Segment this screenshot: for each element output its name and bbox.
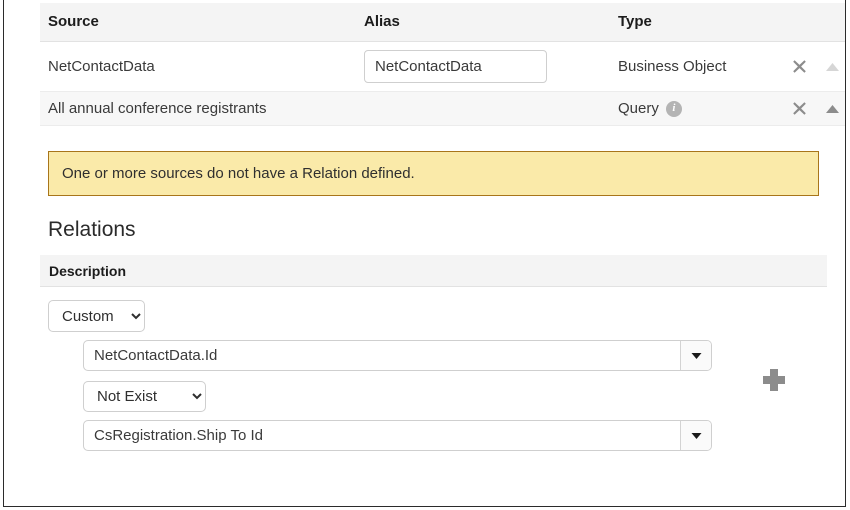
relation-operator-select[interactable]: Not Exist [83, 381, 206, 412]
right-operand-input[interactable] [84, 421, 680, 450]
sources-table: Source Alias Type NetContactData Busines… [40, 3, 845, 126]
source-name-cell: NetContactData [40, 41, 356, 92]
table-row: All annual conference registrants Query … [40, 91, 845, 126]
sources-table-body: NetContactData Business Object [40, 41, 845, 126]
type-cell: Business Object [610, 41, 781, 92]
description-label: Description [49, 262, 127, 279]
right-operand-combobox[interactable] [83, 420, 712, 451]
info-icon[interactable]: i [665, 100, 682, 117]
row-actions-cell [781, 41, 845, 92]
table-row: NetContactData Business Object [40, 41, 845, 92]
alias-cell [356, 41, 610, 92]
add-relation-button[interactable] [763, 369, 785, 391]
move-source-up-button[interactable] [824, 58, 841, 75]
remove-source-button[interactable] [791, 100, 808, 117]
alias-input[interactable] [364, 50, 547, 83]
relations-description-header: Description [40, 255, 827, 287]
left-operand-combobox[interactable] [83, 340, 712, 371]
type-label: Query [618, 100, 659, 117]
alias-cell [356, 91, 610, 126]
source-name-cell: All annual conference registrants [40, 91, 356, 126]
type-cell: Query i [610, 91, 781, 126]
sources-table-header: Source Alias Type [40, 3, 845, 42]
right-operand-dropdown-button[interactable] [680, 421, 711, 450]
left-operand-input[interactable] [84, 341, 680, 370]
remove-source-button[interactable] [791, 58, 808, 75]
column-header-alias: Alias [356, 3, 610, 42]
move-source-up-button[interactable] [824, 100, 841, 117]
column-header-source: Source [40, 3, 356, 42]
chevron-down-icon [691, 347, 702, 364]
relation-editor-panel: Source Alias Type NetContactData Busines… [3, 0, 846, 507]
warning-banner: One or more sources do not have a Relati… [48, 151, 819, 196]
row-actions-cell [781, 91, 845, 126]
warning-message: One or more sources do not have a Relati… [62, 165, 415, 182]
column-header-actions [781, 3, 845, 42]
table-header-row: Source Alias Type [40, 3, 845, 42]
column-header-type: Type [610, 3, 781, 42]
type-label: Business Object [618, 58, 727, 75]
chevron-down-icon [691, 427, 702, 444]
relation-type-select[interactable]: Custom [48, 300, 145, 332]
relations-heading: Relations [48, 218, 136, 241]
left-operand-dropdown-button[interactable] [680, 341, 711, 370]
